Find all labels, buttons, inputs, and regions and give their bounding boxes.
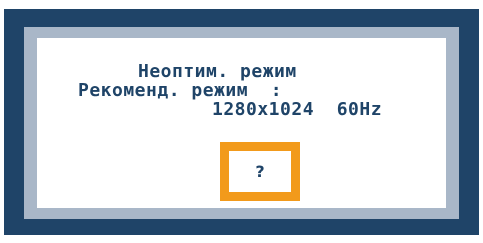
non-optimal-mode-text: Неоптим. режим: [138, 61, 297, 82]
recommended-mode-label: Рекоменд. режим :: [78, 80, 283, 101]
osd-message-area: Неоптим. режим Рекоменд. режим : 1280x10…: [37, 38, 446, 208]
osd-panel: Неоптим. режим Рекоменд. режим : 1280x10…: [24, 27, 459, 219]
recommended-resolution-text: 1280x1024 60Hz: [212, 99, 383, 120]
help-label: ?: [255, 161, 265, 181]
monitor-osd-frame: Неоптим. режим Рекоменд. режим : 1280x10…: [4, 9, 479, 235]
help-button[interactable]: ?: [220, 142, 300, 201]
